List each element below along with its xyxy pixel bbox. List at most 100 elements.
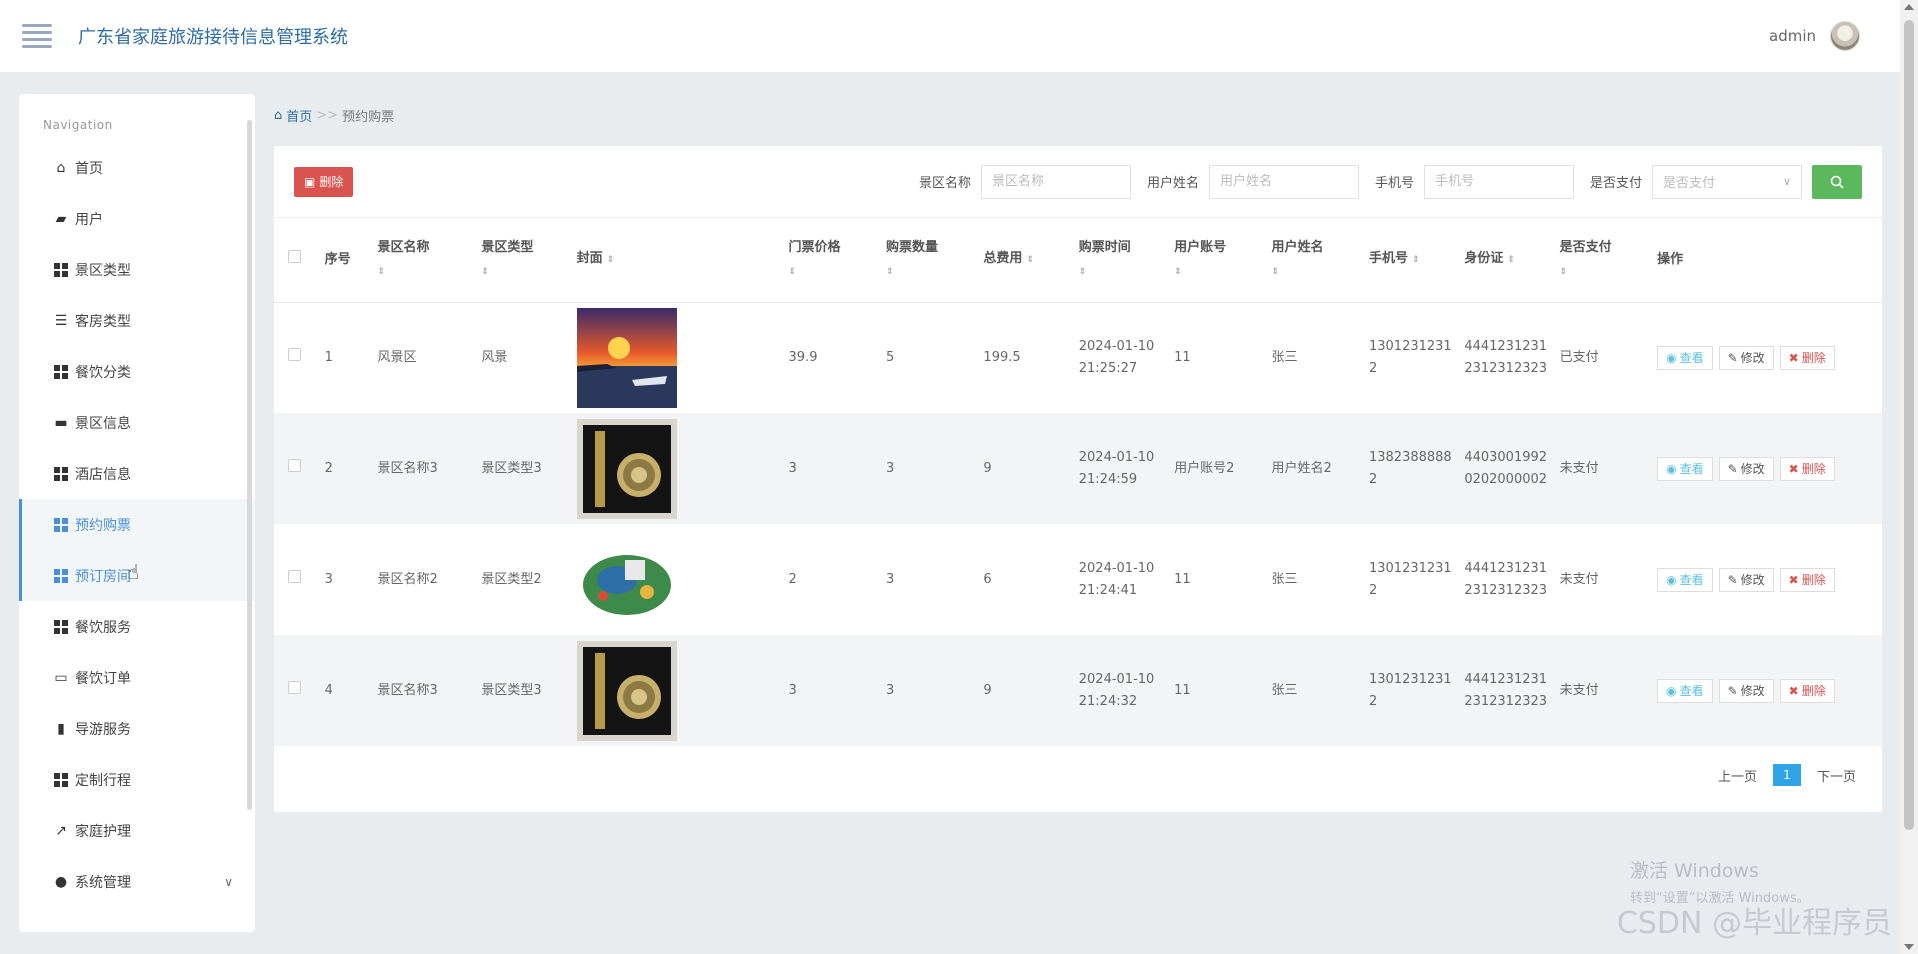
column-header[interactable]: 门票价格 ⇕ <box>784 218 882 303</box>
menu-toggle-icon[interactable] <box>22 24 52 48</box>
cell-paid: 未支付 <box>1555 635 1654 746</box>
cell-account: 11 <box>1174 349 1191 365</box>
prev-page-button[interactable]: 上一页 <box>1718 766 1757 785</box>
sidebar-item-system-admin[interactable]: ● 系统管理 ∨ <box>19 856 255 907</box>
column-header[interactable]: 购票时间 ⇕ <box>1074 218 1171 303</box>
view-button[interactable]: ◉ 查看 <box>1657 345 1713 370</box>
edit-button[interactable]: ✎ 修改 <box>1718 345 1774 370</box>
column-header[interactable]: 封面 ⇕ <box>572 218 785 303</box>
phone-input[interactable] <box>1423 164 1574 199</box>
row-checkbox[interactable] <box>288 680 301 694</box>
column-header[interactable]: 用户姓名 ⇕ <box>1267 218 1365 303</box>
paid-select[interactable]: 是否支付 ∨ <box>1652 164 1802 199</box>
column-header[interactable]: 购票数量 ⇕ <box>881 218 980 303</box>
column-header[interactable]: 景区名称 ⇕ <box>373 218 478 303</box>
row-select-cell[interactable] <box>274 413 321 524</box>
sort-icon[interactable]: ⇕ <box>1507 255 1515 265</box>
sidebar-item-custom-trip[interactable]: 定制行程 <box>19 754 255 805</box>
sidebar-item-scenic-type[interactable]: 景区类型 <box>19 244 255 295</box>
user-name[interactable]: admin <box>1769 27 1816 45</box>
watermark-line1: 激活 Windows <box>1630 860 1759 882</box>
scenic-name-input[interactable] <box>980 164 1131 199</box>
chart-icon: ↗ <box>55 822 67 839</box>
search-button[interactable] <box>1812 164 1862 199</box>
edit-button[interactable]: ✎ 修改 <box>1718 567 1774 592</box>
delete-button[interactable]: ✖ 删除 <box>1779 456 1835 481</box>
row-select-cell[interactable] <box>274 302 321 413</box>
page-scrollbar[interactable] <box>1900 0 1918 954</box>
sidebar-item-food-orders[interactable]: ▭ 餐饮订单 <box>19 652 255 703</box>
column-header[interactable]: 手机号 ⇕ <box>1364 218 1461 303</box>
grid-icon <box>53 466 69 482</box>
page-number-button[interactable]: 1 <box>1772 764 1801 786</box>
app-title: 广东省家庭旅游接待信息管理系统 <box>78 27 348 48</box>
sort-icon[interactable]: ⇕ <box>1272 263 1361 281</box>
row-select-cell[interactable] <box>274 524 321 635</box>
row-select-cell[interactable] <box>274 635 321 746</box>
sort-icon[interactable]: ⇕ <box>1174 263 1263 281</box>
page-scrollbar-thumb[interactable] <box>1904 20 1914 830</box>
trash-icon: ✖ <box>1788 350 1799 365</box>
cell-scenic-name: 景区名称2 <box>377 571 438 587</box>
column-header[interactable]: 是否支付 ⇕ <box>1555 218 1654 303</box>
column-header[interactable]: 总费用 ⇕ <box>979 218 1075 303</box>
sidebar-item-family-care[interactable]: ↗ 家庭护理 <box>19 805 255 856</box>
table-row: 1 风景区 风景 39.9 5 199.5 2024-01-10 21:25:27 11 张三 1… <box>274 302 1882 413</box>
row-checkbox[interactable] <box>288 569 301 583</box>
cell-cover <box>573 524 785 635</box>
sort-icon[interactable]: ⇕ <box>607 255 615 265</box>
column-header[interactable]: 景区类型 ⇕ <box>477 218 573 303</box>
wallet-icon: ▰ <box>55 210 67 227</box>
sort-icon[interactable]: ⇕ <box>886 263 975 281</box>
sidebar-item-scenic-info[interactable]: ▬ 景区信息 <box>19 397 255 448</box>
delete-button[interactable]: ✖ 删除 <box>1779 567 1835 592</box>
sort-icon[interactable]: ⇕ <box>481 263 568 281</box>
row-checkbox[interactable] <box>288 458 301 472</box>
sidebar-item-home[interactable]: ⌂ 首页 <box>19 142 255 193</box>
column-header[interactable]: 用户账号 ⇕ <box>1170 218 1268 303</box>
scroll-down-icon[interactable] <box>1904 944 1914 950</box>
sidebar-item-label: 餐饮分类 <box>75 364 131 381</box>
delete-button[interactable]: ✖ 删除 <box>1779 678 1835 703</box>
filter-label-paid: 是否支付 <box>1589 176 1642 191</box>
batch-delete-button[interactable]: ▣ 删除 <box>294 166 354 197</box>
sort-icon[interactable]: ⇕ <box>378 263 474 281</box>
sidebar-scrollbar[interactable] <box>247 120 252 810</box>
sort-icon[interactable]: ⇕ <box>1079 263 1166 281</box>
scroll-up-icon[interactable] <box>1904 4 1914 10</box>
row-checkbox[interactable] <box>288 347 301 361</box>
sidebar-item-guide-service[interactable]: ▮ 导游服务 <box>19 703 255 754</box>
user-area[interactable]: admin <box>1769 21 1860 51</box>
header-select-all[interactable] <box>274 218 321 303</box>
sidebar-item-room-type[interactable]: ☰ 客房类型 <box>19 295 255 346</box>
sort-icon[interactable]: ⇕ <box>1412 255 1420 265</box>
sort-icon[interactable]: ⇕ <box>789 263 878 281</box>
trash-icon: ✖ <box>1788 683 1799 698</box>
sidebar-item-users[interactable]: ▰ 用户 <box>19 193 255 244</box>
delete-button[interactable]: ✖ 删除 <box>1779 345 1835 370</box>
avatar[interactable] <box>1830 21 1860 51</box>
column-header[interactable]: 身份证 ⇕ <box>1460 218 1556 303</box>
home-icon[interactable]: ⌂ <box>274 108 282 123</box>
sidebar-item-hotel-info[interactable]: 酒店信息 <box>19 448 255 499</box>
grid-icon <box>53 517 69 533</box>
next-page-button[interactable]: 下一页 <box>1817 766 1856 785</box>
user-name-input[interactable] <box>1208 164 1359 199</box>
grid-icon <box>53 568 69 584</box>
sidebar-item-ticket-booking[interactable]: 预约购票 <box>19 499 255 550</box>
cell-account: 11 <box>1174 571 1191 587</box>
breadcrumb-home[interactable]: 首页 <box>286 106 312 125</box>
edit-button[interactable]: ✎ 修改 <box>1718 678 1774 703</box>
view-button[interactable]: ◉ 查看 <box>1657 678 1713 703</box>
view-button[interactable]: ◉ 查看 <box>1657 456 1713 481</box>
sidebar-item-food-category[interactable]: 餐饮分类 <box>19 346 255 397</box>
view-button[interactable]: ◉ 查看 <box>1657 567 1713 592</box>
cover-image <box>576 640 781 741</box>
sort-icon[interactable]: ⇕ <box>1026 255 1034 265</box>
grid-icon <box>53 772 69 788</box>
edit-button[interactable]: ✎ 修改 <box>1718 456 1774 481</box>
sort-icon[interactable]: ⇕ <box>1560 263 1649 281</box>
select-all-checkbox[interactable] <box>288 250 301 264</box>
cell-paid: 已支付 <box>1559 349 1599 365</box>
sidebar-item-food-service[interactable]: 餐饮服务 <box>19 601 255 652</box>
